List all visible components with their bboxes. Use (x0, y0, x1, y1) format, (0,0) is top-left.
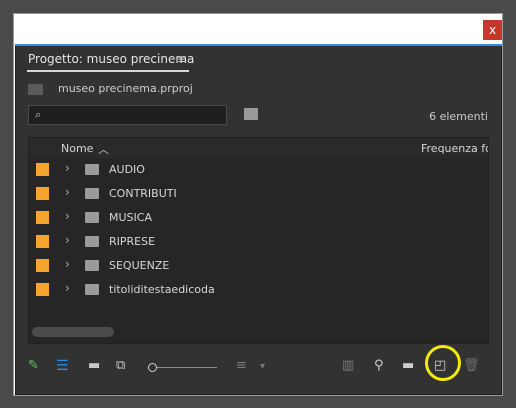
bin-name[interactable]: SEQUENZE (109, 259, 169, 272)
panel-menu-icon[interactable]: ≡ (177, 52, 187, 66)
label-color-swatch[interactable] (36, 283, 49, 296)
folder-icon (85, 284, 99, 295)
zoom-slider-track[interactable] (157, 367, 217, 368)
clear-icon[interactable]: 🗑 (463, 358, 480, 373)
list-item[interactable]: › AUDIO (29, 158, 488, 182)
chevron-down-icon[interactable]: ▾ (260, 361, 265, 372)
automate-to-sequence-icon[interactable]: ▥ (342, 358, 354, 373)
folder-icon (85, 260, 99, 271)
search-input[interactable] (28, 105, 227, 125)
list-item[interactable]: › CONTRIBUTI (29, 182, 488, 206)
chevron-right-icon[interactable]: › (65, 209, 70, 223)
label-color-swatch[interactable] (36, 211, 49, 224)
freeform-view-icon[interactable]: ⧉ (116, 358, 125, 373)
sort-ascending-icon[interactable]: ︿ (98, 141, 109, 157)
label-color-swatch[interactable] (36, 259, 49, 272)
folder-icon (85, 212, 99, 223)
bin-name[interactable]: titoliditestaedicoda (109, 283, 215, 296)
close-button[interactable]: x (483, 20, 502, 40)
folder-icon (85, 236, 99, 247)
column-name[interactable]: Nome (61, 142, 93, 155)
chevron-right-icon[interactable]: › (65, 161, 70, 175)
panel-title[interactable]: Progetto: museo precinema (28, 52, 194, 66)
list-header: Nome ︿ Frequenza fot (29, 138, 488, 158)
label-color-swatch[interactable] (36, 235, 49, 248)
list-item[interactable]: › titoliditestaedicoda (29, 278, 488, 302)
project-list: Nome ︿ Frequenza fot › AUDIO › CONTRIBUT… (28, 137, 489, 344)
bin-name[interactable]: AUDIO (109, 163, 145, 176)
bin-name[interactable]: RIPRESE (109, 235, 155, 248)
panel-focus-line (15, 44, 502, 46)
column-frame-rate[interactable]: Frequenza fot (421, 142, 488, 155)
project-file-name: museo precinema.prproj (58, 82, 193, 95)
sort-icon[interactable]: ≡ (236, 358, 247, 373)
chevron-right-icon[interactable]: › (65, 233, 70, 247)
bin-name[interactable]: MUSICA (109, 211, 152, 224)
list-item[interactable]: › SEQUENZE (29, 254, 488, 278)
search-icon: ⌕ (35, 108, 42, 121)
horizontal-scrollbar[interactable] (32, 327, 114, 337)
folder-icon (85, 188, 99, 199)
chevron-right-icon[interactable]: › (65, 281, 70, 295)
tab-underline (27, 70, 189, 72)
item-count: 6 elementi (429, 110, 488, 123)
pencil-icon[interactable]: ✎ (28, 358, 39, 373)
find-icon[interactable]: ⚲ (374, 358, 384, 373)
chevron-right-icon[interactable]: › (65, 257, 70, 271)
list-item[interactable]: › RIPRESE (29, 230, 488, 254)
highlight-circle (425, 345, 461, 381)
chevron-right-icon[interactable]: › (65, 185, 70, 199)
find-in-bin-icon[interactable] (244, 108, 258, 120)
bin-name[interactable]: CONTRIBUTI (109, 187, 177, 200)
label-color-swatch[interactable] (36, 163, 49, 176)
new-bin-icon[interactable]: ▬ (402, 358, 414, 373)
zoom-slider-knob[interactable] (148, 363, 157, 372)
list-view-icon[interactable]: ☰ (56, 358, 69, 374)
folder-icon (85, 164, 99, 175)
label-color-swatch[interactable] (36, 187, 49, 200)
project-file-icon (28, 84, 43, 95)
icon-view-icon[interactable]: ▬ (88, 358, 100, 373)
list-item[interactable]: › MUSICA (29, 206, 488, 230)
